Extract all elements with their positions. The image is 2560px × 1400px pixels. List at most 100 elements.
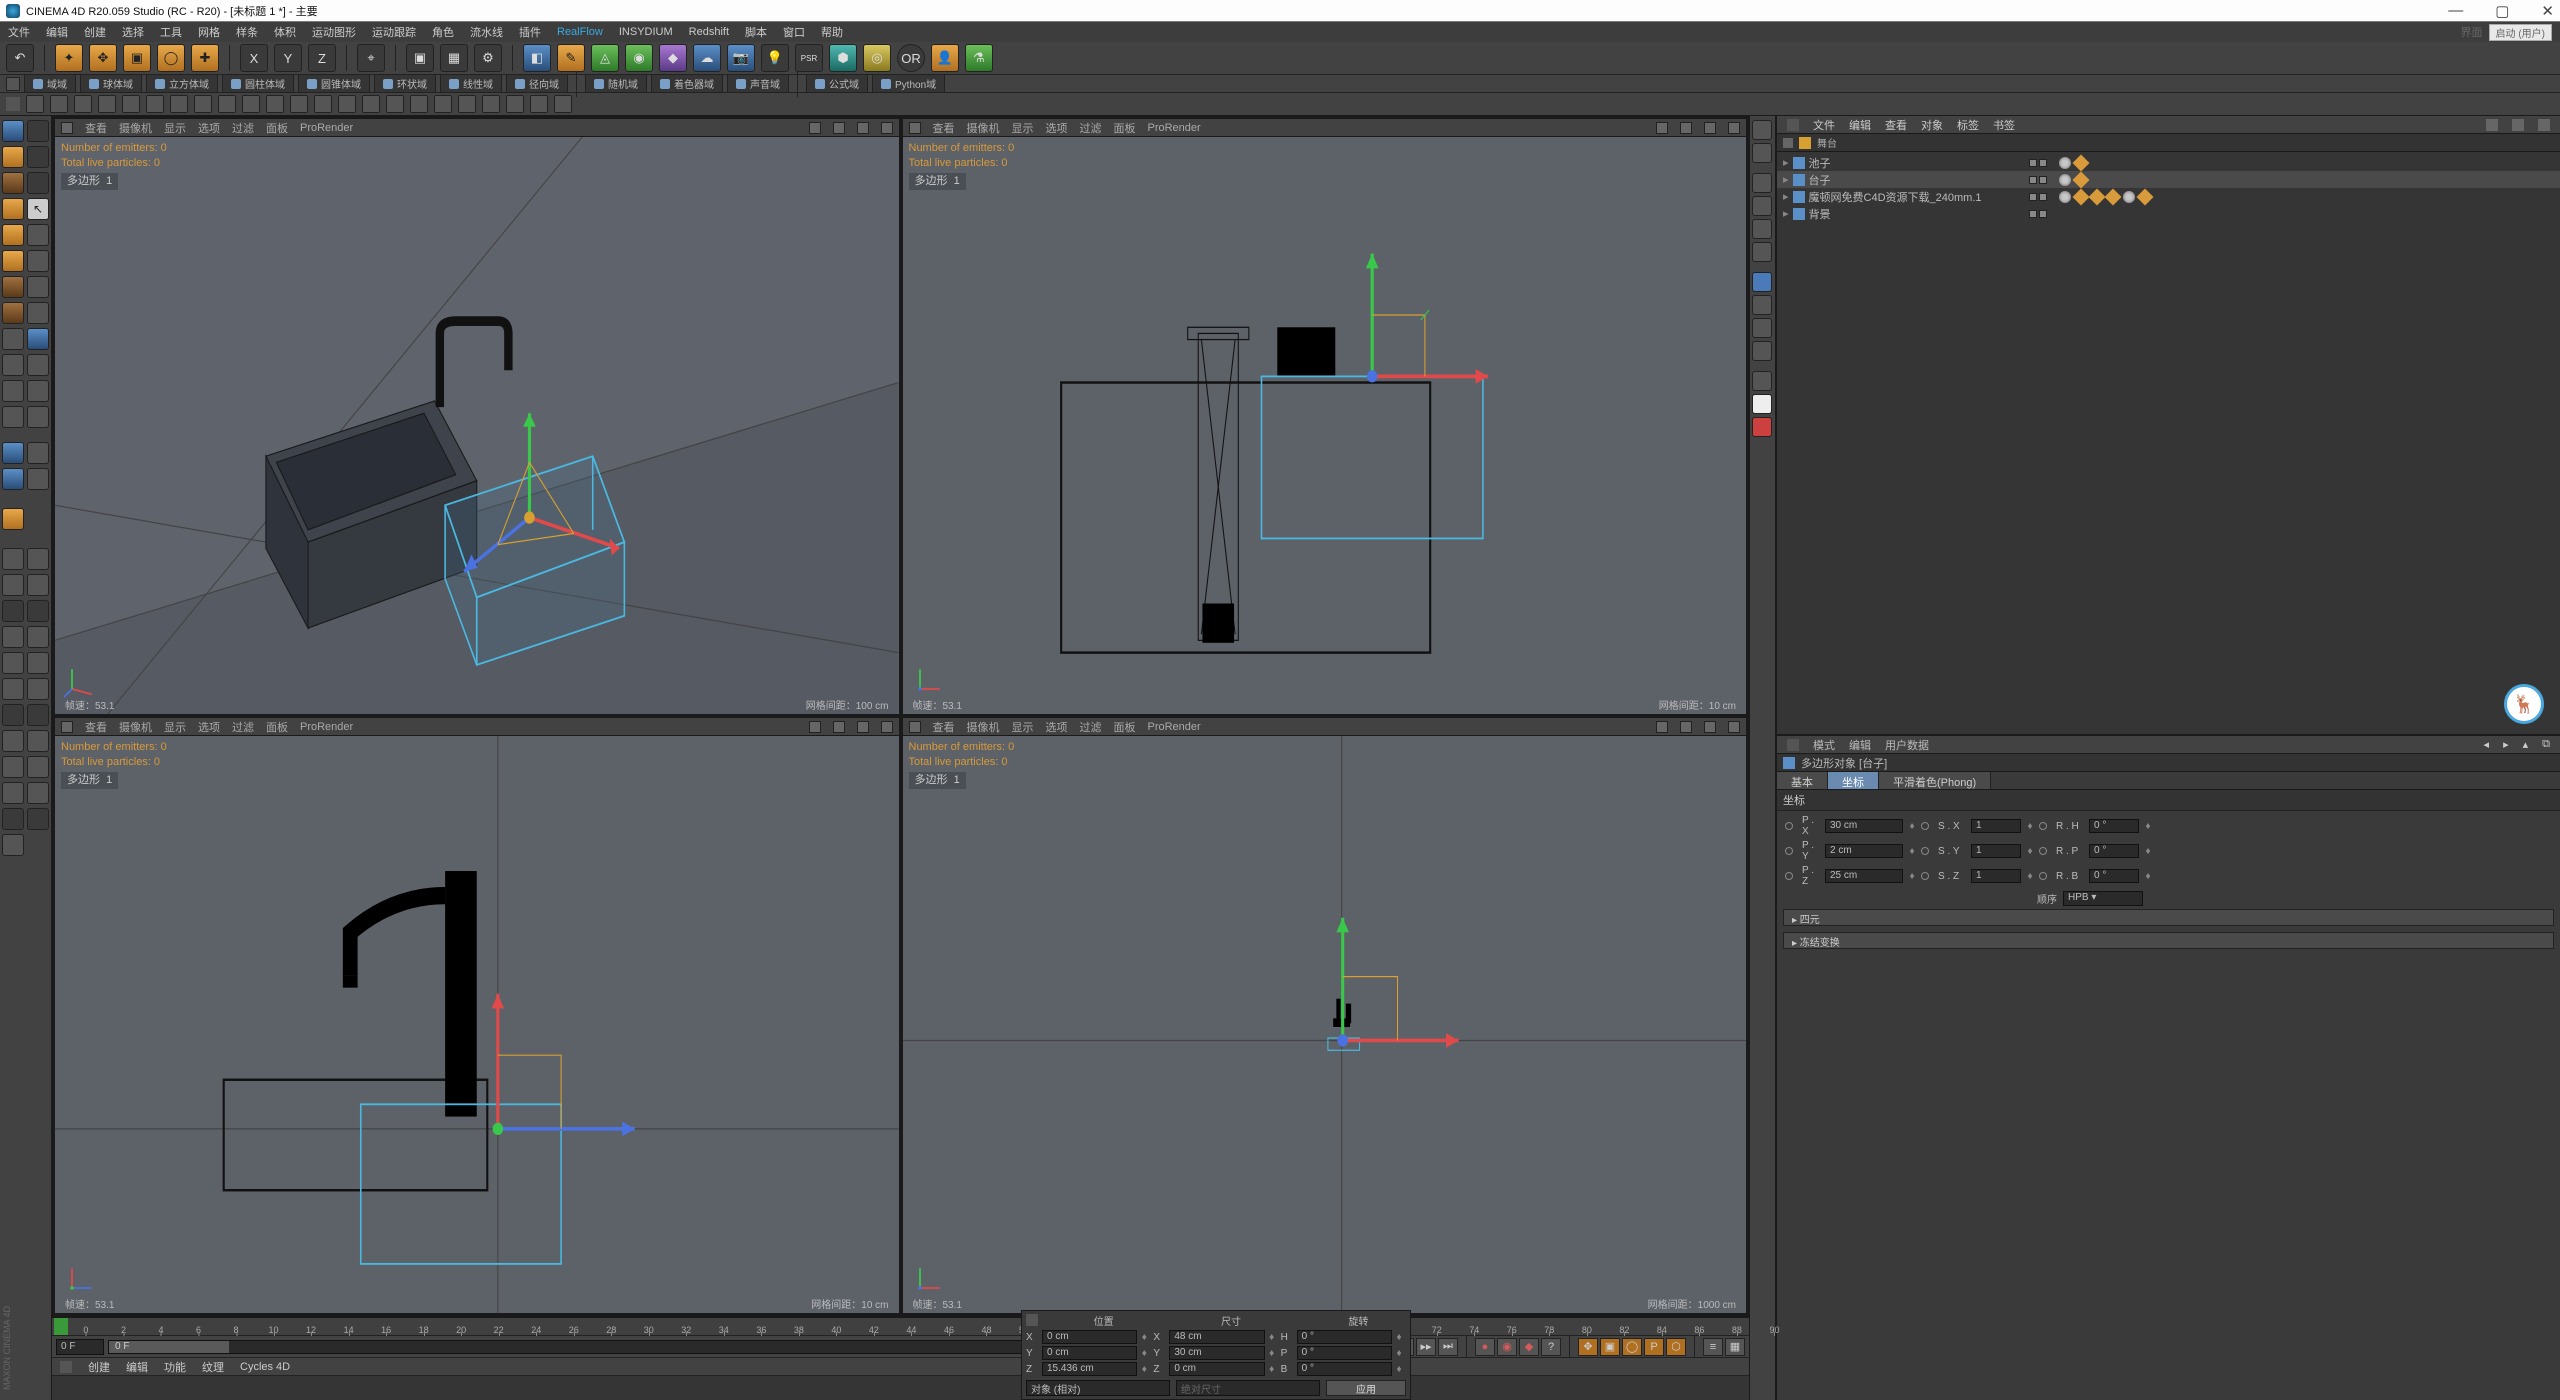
add-light-button[interactable]: 💡 xyxy=(761,44,789,72)
timeline-playhead[interactable] xyxy=(54,1318,68,1335)
coord-size-field[interactable]: 0 cm xyxy=(1169,1362,1264,1376)
tool-icon[interactable] xyxy=(27,730,49,752)
mat-tab-edit[interactable]: 编辑 xyxy=(126,1359,148,1375)
object-tree[interactable]: ▸池子▸台子▸魔顿网免费C4D资源下载_240mm.1▸背景🦌 xyxy=(1777,152,2560,734)
tl-settings-button[interactable]: ≡ xyxy=(1703,1338,1723,1356)
tool-icon[interactable] xyxy=(554,95,572,113)
menu-window[interactable]: 窗口 xyxy=(783,24,805,40)
freeze-transform-section[interactable]: ▸ 冻结变换 xyxy=(1783,932,2554,949)
tool-icon[interactable] xyxy=(386,95,404,113)
tool-icon[interactable] xyxy=(2,834,24,856)
model-mode-icon[interactable] xyxy=(2,120,24,142)
field-cylinder[interactable]: 圆柱体域 xyxy=(222,74,294,93)
am-prev-button[interactable]: ◂ xyxy=(2484,738,2490,751)
attr-rot-field[interactable]: 0 ° xyxy=(2089,844,2139,858)
tool-icon[interactable] xyxy=(1752,318,1772,338)
tool-icon[interactable] xyxy=(27,380,49,402)
tool-icon[interactable] xyxy=(1752,371,1772,391)
menu-plugins[interactable]: 插件 xyxy=(519,24,541,40)
nav-pan-icon[interactable] xyxy=(809,122,821,134)
timeline-ruler[interactable]: 0246810121416182022242628303234363840424… xyxy=(52,1318,1749,1336)
move-tool[interactable]: ✥ xyxy=(89,44,117,72)
maximize-button[interactable]: ▢ xyxy=(2495,2,2509,20)
field-sound[interactable]: 声音域 xyxy=(727,74,789,93)
tool-icon[interactable] xyxy=(314,95,332,113)
view-menu-options[interactable]: 选项 xyxy=(1046,120,1068,136)
object-mode-icon[interactable] xyxy=(2,146,24,168)
add-nurbs-button[interactable]: ◉ xyxy=(625,44,653,72)
coord-size-field[interactable]: 30 cm xyxy=(1169,1346,1264,1360)
close-button[interactable]: ✕ xyxy=(2541,2,2554,20)
om-tab-tags[interactable]: 标签 xyxy=(1957,117,1979,133)
visibility-dot[interactable] xyxy=(2029,159,2037,167)
tool-icon[interactable] xyxy=(242,95,260,113)
add-field-button[interactable]: ◎ xyxy=(863,44,891,72)
order-dropdown[interactable]: HPB ▾ xyxy=(2063,891,2143,906)
object-row[interactable]: ▸池子 xyxy=(1777,154,2560,171)
tool-icon[interactable] xyxy=(2,468,24,490)
tool-icon[interactable] xyxy=(1752,295,1772,315)
menu-create[interactable]: 创建 xyxy=(84,24,106,40)
add-environment-button[interactable]: ☁ xyxy=(693,44,721,72)
field-cube[interactable]: 立方体域 xyxy=(146,74,218,93)
render-dot[interactable] xyxy=(2039,210,2047,218)
view-menu-prorender[interactable]: ProRender xyxy=(1148,122,1201,134)
tool-icon[interactable] xyxy=(2,678,24,700)
tool-icon[interactable] xyxy=(27,250,49,272)
menu-tracker[interactable]: 运动跟踪 xyxy=(372,24,416,40)
tool-icon[interactable] xyxy=(170,95,188,113)
viewport-top[interactable]: 查看摄像机显示选项过滤面板ProRender xyxy=(54,717,900,1314)
tool-icon[interactable] xyxy=(2,508,24,530)
menu-edit[interactable]: 编辑 xyxy=(46,24,68,40)
lock-z-button[interactable]: Z xyxy=(308,44,336,72)
viewport-perspective[interactable]: 查看 摄像机 显示 选项 过滤 面板 ProRender xyxy=(54,118,900,715)
tool-icon[interactable] xyxy=(194,95,212,113)
key-dot[interactable] xyxy=(1921,847,1929,855)
nav-icon[interactable] xyxy=(1704,122,1716,134)
material-manager[interactable] xyxy=(52,1376,1749,1400)
coord-rot-field[interactable]: 0 ° xyxy=(1297,1346,1392,1360)
field-domain[interactable]: 域域 xyxy=(24,74,76,93)
view-menu-view[interactable]: 查看 xyxy=(85,120,107,136)
nav-icon[interactable] xyxy=(1728,122,1740,134)
mat-tab-texture[interactable]: 纹理 xyxy=(202,1359,224,1375)
om-tab-object[interactable]: 对象 xyxy=(1921,117,1943,133)
coord-rot-field[interactable]: 0 ° xyxy=(1297,1362,1392,1376)
key-pla-button[interactable]: ⬡ xyxy=(1666,1338,1686,1356)
attr-rot-field[interactable]: 0 ° xyxy=(2089,819,2139,833)
object-row[interactable]: ▸魔顿网免费C4D资源下载_240mm.1 xyxy=(1777,188,2560,205)
tool-icon[interactable] xyxy=(1752,143,1772,163)
field-torus[interactable]: 环状域 xyxy=(374,74,436,93)
tool-icon[interactable] xyxy=(1752,242,1772,262)
view-menu-panel[interactable]: 面板 xyxy=(266,120,288,136)
add-generator-button[interactable]: ◬ xyxy=(591,44,619,72)
om-tab-bookmarks[interactable]: 书签 xyxy=(1993,117,2015,133)
tool-icon[interactable] xyxy=(290,95,308,113)
autokey-button[interactable]: ◉ xyxy=(1497,1338,1517,1356)
tool-icon[interactable] xyxy=(27,600,49,622)
key-options-button[interactable]: ? xyxy=(1541,1338,1561,1356)
enable-axis-icon[interactable] xyxy=(2,328,24,350)
field-cone[interactable]: 圆锥体域 xyxy=(298,74,370,93)
tool-icon[interactable] xyxy=(27,782,49,804)
visibility-dot[interactable] xyxy=(2029,210,2037,218)
key-param-button[interactable]: P xyxy=(1644,1338,1664,1356)
goto-end-button[interactable]: ⏭ xyxy=(1438,1338,1458,1356)
tool-icon[interactable] xyxy=(1752,394,1772,414)
am-next-button[interactable]: ▸ xyxy=(2503,738,2509,751)
recent-tool[interactable]: ✚ xyxy=(191,44,219,72)
tool-icon[interactable] xyxy=(482,95,500,113)
visibility-dot[interactable] xyxy=(2029,176,2037,184)
tool-icon[interactable] xyxy=(530,95,548,113)
attr-scale-field[interactable]: 1 xyxy=(1971,819,2021,833)
tool-icon[interactable] xyxy=(458,95,476,113)
menu-select[interactable]: 选择 xyxy=(122,24,144,40)
key-scale-button[interactable]: ▣ xyxy=(1600,1338,1620,1356)
layout-dropdown[interactable]: 启动 (用户) xyxy=(2489,24,2552,41)
plugin-button[interactable]: ⚗ xyxy=(965,44,993,72)
tl-view-button[interactable]: ▦ xyxy=(1725,1338,1745,1356)
enable-snap-icon[interactable] xyxy=(2,354,24,376)
tool-icon[interactable] xyxy=(410,95,428,113)
view-menu-panel[interactable]: 面板 xyxy=(1114,120,1136,136)
attr-subtab[interactable]: 基本 xyxy=(1777,772,1828,789)
